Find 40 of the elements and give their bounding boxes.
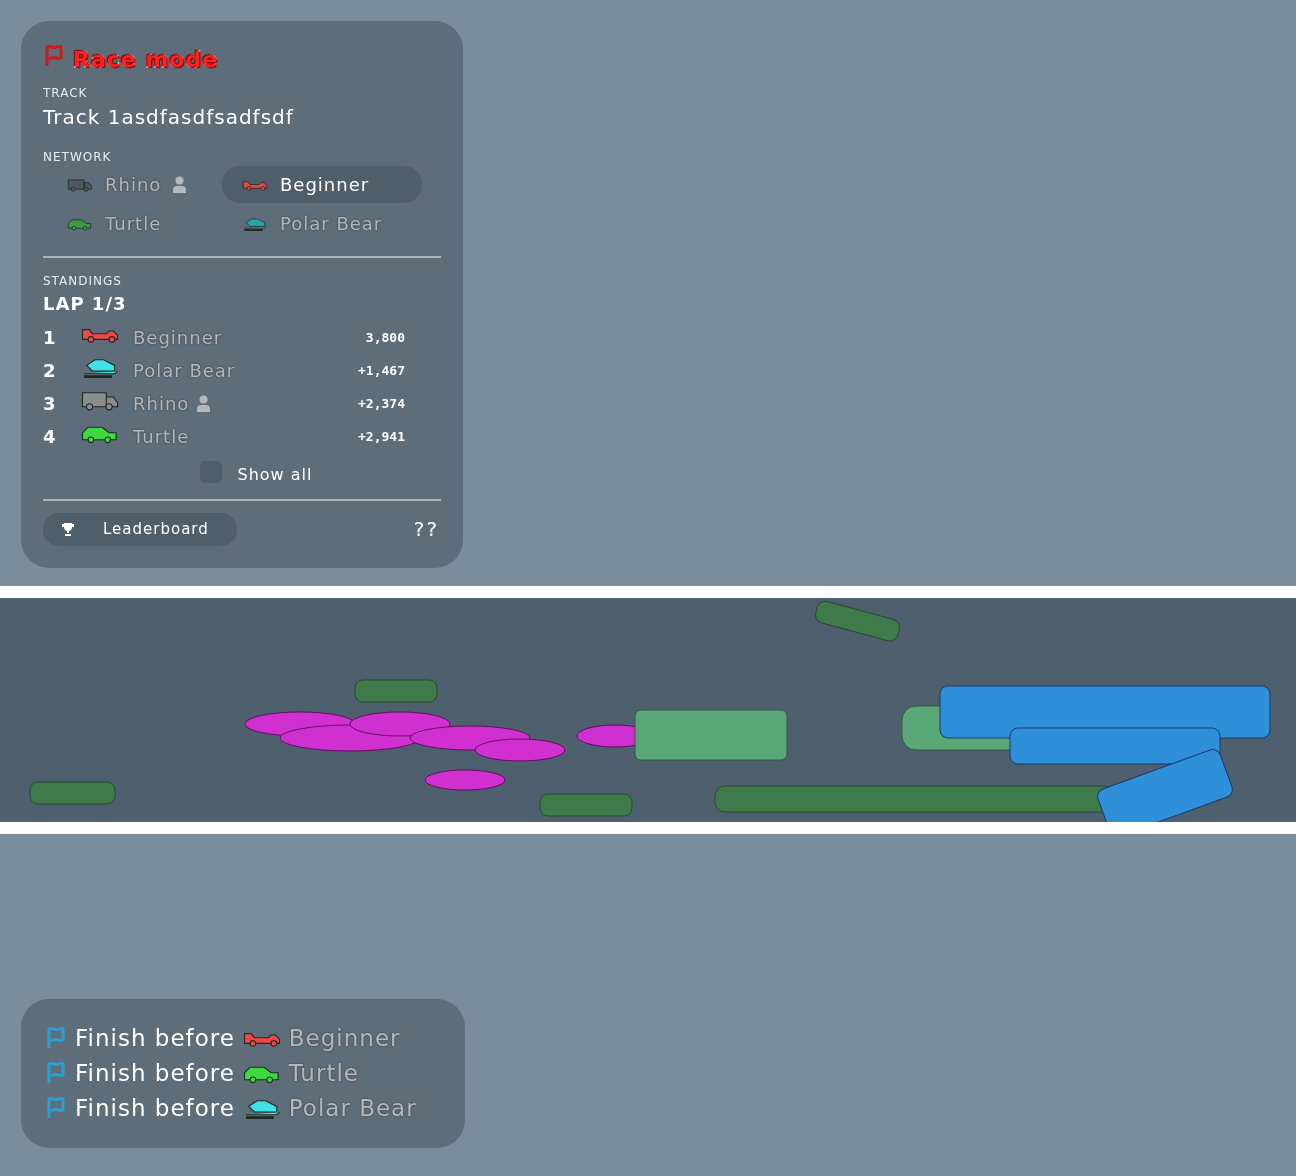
racer-name: Turtle [133,425,190,449]
section-label: TRACK [43,85,89,102]
leaderboard-button[interactable]: Leaderboard [43,513,237,546]
time-gap: 3,800 [364,328,405,347]
position: 3 [43,392,57,416]
flag-icon [43,45,65,67]
racer-name: Beginner [288,1023,401,1053]
racer-name: Rhino [133,392,190,416]
track-name: Track 1asdfasdfsadfsdf [43,104,295,131]
racer-name: Polar Bear [288,1093,417,1123]
section-label: STANDINGS [43,273,123,290]
flag-icon [45,1097,67,1119]
goal-text: Finish before [75,1058,235,1088]
flag-icon [45,1027,67,1049]
time-gap: +2,374 [357,394,405,413]
flag-icon [45,1062,67,1084]
player-name: Polar Bear [280,212,383,236]
network-player[interactable]: Polar Bear [222,205,422,242]
network-player[interactable]: Rhino [47,166,222,203]
help-button[interactable]: ?? [413,514,439,545]
section-label: NETWORK [43,149,113,166]
racer-name: Turtle [288,1058,359,1088]
player-name: Rhino [105,173,162,197]
player-name: Turtle [105,212,162,236]
time-gap: +1,467 [357,361,405,380]
checkbox-label: Show all [237,464,313,486]
trophy-icon [61,522,75,537]
goal-text: Finish before [75,1023,235,1053]
position: 4 [43,425,57,449]
racer-name: Beginner [133,326,223,350]
network-player[interactable]: Turtle [47,205,222,242]
racer-name: Polar Bear [133,359,236,383]
lap-counter: LAP 1/3 [43,292,128,316]
position: 1 [43,326,57,350]
network-player[interactable]: Beginner [222,166,422,203]
time-gap: +2,941 [357,427,405,446]
panel-title: Race mode [73,46,219,74]
goal-text: Finish before [75,1093,235,1123]
position: 2 [43,359,57,383]
player-name: Beginner [280,173,370,197]
